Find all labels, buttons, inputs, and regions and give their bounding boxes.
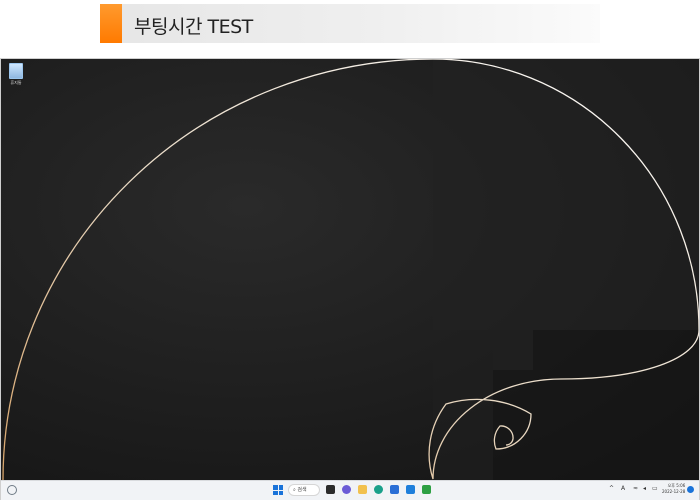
notification-icon[interactable] (687, 486, 694, 493)
search-label: 검색 (297, 487, 307, 493)
start-button[interactable] (273, 485, 283, 495)
wallpaper (1, 59, 699, 480)
tray-overflow-icon[interactable]: ^ (609, 485, 614, 492)
banner-accent (100, 4, 122, 43)
app-icon[interactable] (406, 485, 415, 494)
file-explorer-icon[interactable] (358, 485, 367, 494)
taskbar: ⌕ 검색 ^ A ≈ ◂ ▭ 오후 5:06 2022-12-28 (1, 480, 699, 500)
header-banner: 부팅시간 TEST (100, 4, 600, 43)
search-icon: ⌕ (293, 487, 296, 493)
volume-icon[interactable]: ◂ (643, 485, 646, 492)
edge-icon[interactable] (374, 485, 383, 494)
store-icon[interactable] (390, 485, 399, 494)
task-view-icon[interactable] (326, 485, 335, 494)
recycle-bin-icon[interactable]: 휴지통 (7, 63, 25, 86)
trash-icon (9, 63, 23, 79)
clock-date: 2022-12-28 (662, 489, 686, 494)
wifi-icon[interactable]: ≈ (633, 485, 638, 492)
widgets-icon[interactable] (7, 485, 17, 495)
language-indicator[interactable]: A (621, 485, 625, 492)
recycle-bin-label: 휴지통 (10, 80, 22, 85)
desktop: 휴지통 (1, 59, 699, 480)
battery-icon[interactable]: ▭ (652, 485, 658, 492)
chat-icon[interactable] (342, 485, 351, 494)
page-title: 부팅시간 TEST (134, 16, 253, 38)
xbox-icon[interactable] (422, 485, 431, 494)
clock[interactable]: 오후 5:06 2022-12-28 (662, 483, 685, 495)
search-box[interactable]: ⌕ 검색 (288, 484, 320, 496)
